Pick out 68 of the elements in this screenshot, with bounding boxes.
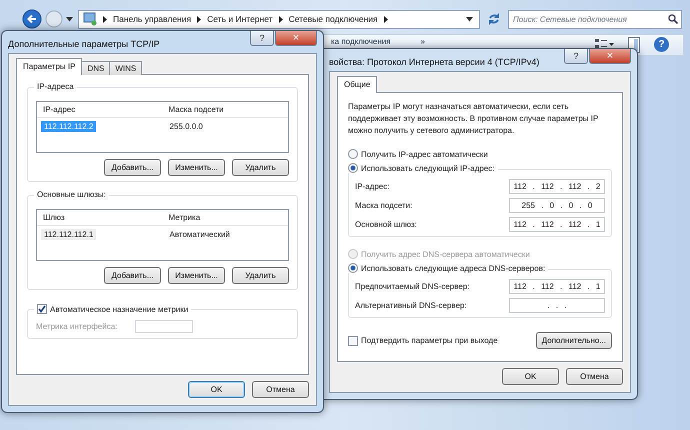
window-title: войства: Протокол Интернета версии 4 (TCP/IPv4): [329, 57, 540, 67]
tab[interactable]: Параметры IP: [16, 58, 82, 75]
button[interactable]: Удалить: [232, 267, 289, 284]
breadcrumb-item[interactable]: Сеть и Интернет: [207, 14, 273, 24]
field-label: Предпочитаемый DNS-сервер:: [355, 282, 470, 291]
help-button[interactable]: ?: [564, 49, 588, 64]
tab[interactable]: DNS: [81, 61, 110, 75]
button[interactable]: OK: [502, 368, 559, 385]
ip-address-field[interactable]: 112 . 112 . 112 . 1: [509, 217, 605, 232]
group-title: Основные шлюзы:: [34, 190, 109, 199]
breadcrumb-arrow-icon[interactable]: [384, 16, 388, 22]
field-label: Метрика интерфейса:: [36, 322, 118, 331]
radio-button[interactable]: [348, 149, 358, 159]
tab[interactable]: WINS: [109, 61, 142, 75]
button[interactable]: Отмена: [566, 368, 623, 385]
field-label: Альтернативный DNS-сервер:: [355, 301, 467, 310]
field-label: Маска подсети:: [355, 201, 412, 210]
view-options-icon[interactable]: [594, 37, 614, 51]
window-title: Дополнительные параметры TCP/IP: [8, 39, 160, 49]
field-label: IP-адрес:: [355, 182, 390, 191]
table-cell[interactable]: 112.112.112.1: [41, 229, 96, 240]
list-view[interactable]: Шлюз Метрика 112.112.112.1 Автоматический: [36, 209, 289, 261]
search-icon[interactable]: [668, 14, 678, 24]
table-cell-text: Автоматический: [168, 229, 231, 240]
dropdown-caret-icon[interactable]: [466, 16, 473, 22]
dropdown-caret-icon[interactable]: [66, 16, 73, 22]
ip-address-field[interactable]: 112 . 112 . 112 . 1: [509, 279, 605, 294]
button[interactable]: Удалить: [232, 159, 289, 176]
radio-button[interactable]: [348, 263, 358, 273]
ip-address-field[interactable]: 255 . 0 . 0 . 0: [509, 198, 605, 213]
checkbox[interactable]: [37, 304, 47, 314]
column-header[interactable]: Шлюз: [37, 212, 162, 223]
breadcrumb-item[interactable]: Сетевые подключения: [288, 14, 378, 24]
breadcrumb-arrow-icon[interactable]: [278, 16, 283, 22]
button[interactable]: Дополнительно...: [536, 332, 612, 349]
checkbox[interactable]: [348, 336, 358, 346]
checkbox-label[interactable]: Подтвердить параметры при выходе: [361, 336, 498, 345]
control-panel-icon: [83, 12, 97, 26]
button[interactable]: Изменить...: [168, 267, 225, 284]
field-label: Основной шлюз:: [355, 220, 417, 229]
button[interactable]: Изменить...: [168, 159, 225, 176]
column-header[interactable]: Маска подсети: [162, 104, 288, 115]
refresh-icon[interactable]: [486, 11, 502, 27]
toolbar-item[interactable]: »: [420, 37, 425, 46]
breadcrumb-arrow-icon[interactable]: [197, 16, 202, 22]
description-text: Параметры IP могут назначаться автоматически, если сеть поддерживает эту возможность. В противном случае параметры IP можно получить у сетевого администратора.: [348, 101, 600, 137]
back-button[interactable]: [22, 9, 42, 29]
list-view[interactable]: IP-адрес Маска подсети 112.112.112.2 255.0.0.0: [36, 101, 289, 153]
search-field[interactable]: Поиск: Сетевые подключения: [508, 10, 682, 28]
tab[interactable]: Общие: [337, 76, 378, 93]
button[interactable]: Добавить...: [104, 159, 161, 176]
button[interactable]: Отмена: [252, 381, 309, 398]
address-bar[interactable]: Панель управления Сеть и Интернет Сетевые подключения: [78, 10, 480, 28]
table-cell-text: 255.0.0.0: [168, 121, 204, 132]
help-button[interactable]: ?: [654, 37, 669, 52]
toolbar-item[interactable]: ка подключения: [331, 37, 391, 46]
breadcrumb-item[interactable]: Панель управления: [113, 14, 192, 24]
radio-label[interactable]: Получить IP-адрес автоматически: [361, 150, 488, 158]
button[interactable]: Добавить...: [104, 267, 161, 284]
help-button[interactable]: ?: [250, 31, 274, 46]
button[interactable]: OK: [188, 381, 245, 398]
ip-address-field[interactable]: 112 . 112 . 112 . 2: [509, 179, 605, 194]
ip-address-field[interactable]: . . .: [509, 298, 605, 313]
radio-button[interactable]: [348, 163, 358, 173]
breadcrumb-arrow-icon[interactable]: [103, 16, 107, 22]
group-title: IP-адреса: [34, 82, 77, 91]
column-header[interactable]: IP-адрес: [37, 104, 162, 115]
column-header[interactable]: Метрика: [162, 212, 288, 223]
